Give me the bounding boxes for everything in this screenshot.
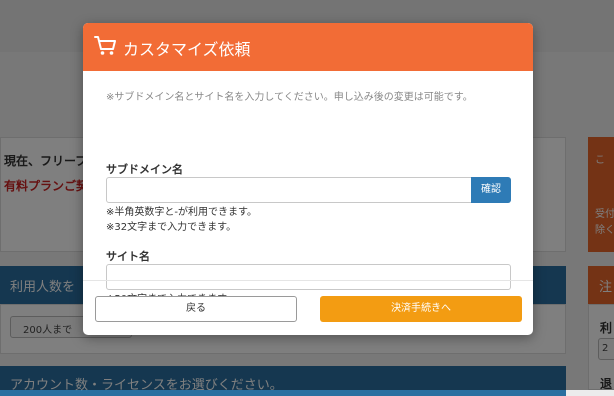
modal-footer: 戻る 決済手続きへ xyxy=(83,280,533,335)
subdomain-hint-length: ※32文字まで入力できます。 xyxy=(106,222,237,233)
subdomain-input[interactable] xyxy=(106,177,473,203)
modal-title: カスタマイズ依頼 xyxy=(123,40,251,59)
back-button[interactable]: 戻る xyxy=(95,296,297,322)
customize-request-modal: カスタマイズ依頼 ※サブドメイン名とサイト名を入力してください。申し込み後の変更… xyxy=(83,23,533,335)
checkout-button[interactable]: 決済手続きへ xyxy=(320,296,522,322)
subdomain-label: サブドメイン名 xyxy=(106,163,183,176)
instruction-note: ※サブドメイン名とサイト名を入力してください。申し込み後の変更は可能です。 xyxy=(106,92,473,103)
modal-body: ※サブドメイン名とサイト名を入力してください。申し込み後の変更は可能です。 サブ… xyxy=(83,71,533,305)
modal-header: カスタマイズ依頼 xyxy=(83,23,533,71)
subdomain-hint-charset: ※半角英数字と-が利用できます。 xyxy=(106,207,257,218)
subdomain-confirm-button[interactable]: 確認 xyxy=(471,177,511,203)
shopping-cart-icon xyxy=(94,36,116,55)
site-name-label: サイト名 xyxy=(106,250,150,263)
